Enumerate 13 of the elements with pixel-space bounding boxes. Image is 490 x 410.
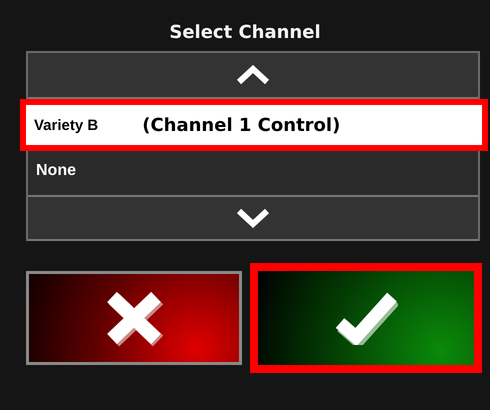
confirm-button[interactable] xyxy=(258,271,474,365)
list-option[interactable]: Variety B (Channel 1 Control) xyxy=(26,105,482,145)
checkmark-icon xyxy=(334,291,398,345)
scroll-up-button[interactable] xyxy=(28,53,478,99)
cancel-button[interactable] xyxy=(26,271,242,365)
scroll-down-button[interactable] xyxy=(28,195,478,241)
list-option[interactable]: None xyxy=(28,151,478,191)
chevron-up-icon xyxy=(236,65,270,85)
option-label: None xyxy=(36,162,76,180)
option-label: Variety B xyxy=(34,116,98,134)
option-note: (Channel 1 Control) xyxy=(142,114,340,136)
chevron-down-icon xyxy=(236,208,270,228)
dialog-title: Select Channel xyxy=(169,22,321,43)
